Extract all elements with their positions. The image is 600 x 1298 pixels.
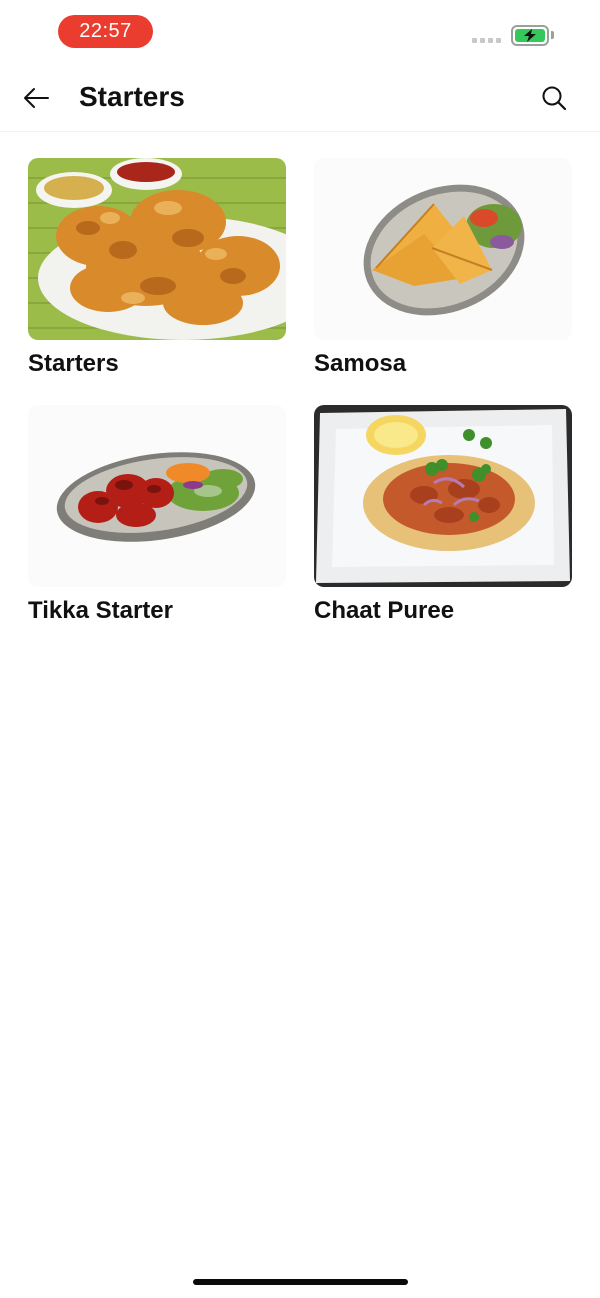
category-card-tikka-starter[interactable]: Tikka Starter (28, 405, 286, 626)
onion-bhaji-photo (28, 158, 286, 340)
app-header: Starters (0, 64, 600, 132)
battery-cap (551, 31, 554, 39)
status-bar: 22:57 (0, 0, 600, 64)
search-icon (542, 86, 567, 111)
card-label: Samosa (314, 350, 407, 377)
signal-icon (472, 38, 501, 43)
card-label: Tikka Starter (28, 597, 173, 624)
category-card-chaat-puree[interactable]: Chaat Puree (314, 405, 572, 626)
category-card-samosa[interactable]: Samosa (314, 158, 572, 379)
card-label: Starters (28, 350, 119, 377)
arrow-left-icon (24, 88, 49, 108)
battery-icon (511, 25, 549, 46)
category-card-starters[interactable]: Starters (28, 158, 286, 379)
home-indicator[interactable] (193, 1279, 408, 1285)
card-label: Chaat Puree (314, 597, 455, 624)
tikka-photo (28, 405, 286, 587)
page-title: Starters (79, 81, 185, 112)
samosa-photo (314, 158, 572, 340)
back-button[interactable] (20, 82, 52, 114)
category-grid: Starters Samosa Tikka Starter Chaat Pure… (28, 158, 572, 626)
search-button[interactable] (538, 82, 570, 114)
chaat-puree-photo (314, 405, 572, 587)
status-time: 22:57 (58, 15, 153, 48)
